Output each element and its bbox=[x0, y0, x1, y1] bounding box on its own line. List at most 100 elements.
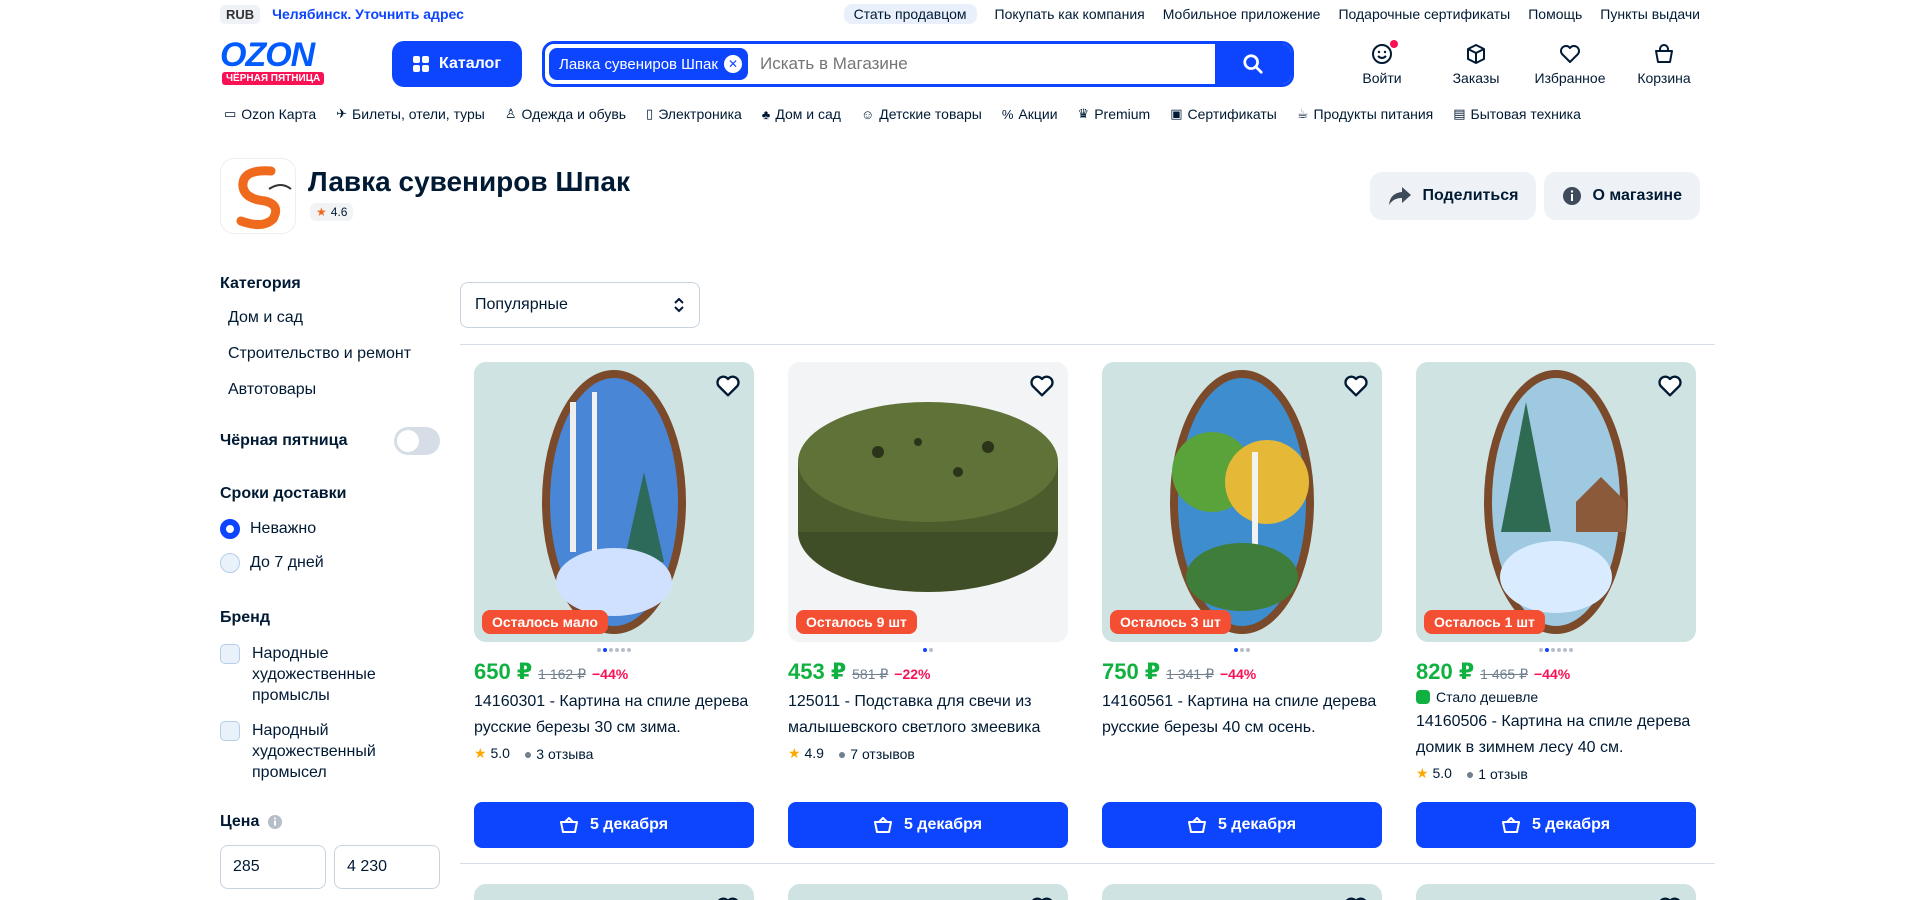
add-to-cart-button[interactable]: 5 декабря bbox=[474, 802, 754, 848]
product-card[interactable]: Осталось 9 шт 453 ₽ 581 ₽ −22% 125011 - … bbox=[788, 362, 1068, 848]
carousel-dot[interactable] bbox=[1563, 648, 1567, 652]
product-card[interactable] bbox=[1102, 884, 1382, 900]
carousel-dot[interactable] bbox=[923, 648, 927, 652]
delivery-option-any[interactable]: Неважно bbox=[220, 519, 440, 539]
nav-premium[interactable]: ♛ Premium bbox=[1078, 106, 1151, 122]
share-button[interactable]: Поделиться bbox=[1370, 172, 1537, 220]
nav-certificates[interactable]: ▣ Сертификаты bbox=[1170, 106, 1277, 122]
ozon-logo[interactable]: OZON ЧЁРНАЯ ПЯТНИЦА bbox=[220, 38, 350, 90]
nav-tickets[interactable]: ✈ Билеты, отели, туры bbox=[336, 106, 485, 122]
product-image[interactable] bbox=[1102, 884, 1382, 900]
carousel-dot[interactable] bbox=[929, 648, 933, 652]
product-title[interactable]: 125011 - Подставка для свечи из малышевс… bbox=[788, 689, 1068, 741]
business-link[interactable]: Покупать как компания bbox=[995, 6, 1145, 22]
price-min-input[interactable] bbox=[220, 845, 326, 889]
sort-select[interactable]: Популярные bbox=[460, 282, 700, 328]
delivery-option-7-days[interactable]: До 7 дней bbox=[220, 553, 440, 573]
heart-icon[interactable] bbox=[1028, 894, 1056, 900]
category-auto[interactable]: Автотовары bbox=[228, 381, 440, 399]
carousel-dot[interactable] bbox=[1557, 648, 1561, 652]
radio-checked[interactable] bbox=[220, 519, 240, 539]
carousel-dot[interactable] bbox=[597, 648, 601, 652]
carousel-dot[interactable] bbox=[1539, 648, 1543, 652]
carousel-dot[interactable] bbox=[603, 648, 607, 652]
product-title[interactable]: 14160301 - Картина на спиле дерева русск… bbox=[474, 689, 754, 741]
store-filter-chip[interactable]: Лавка сувениров Шпак ✕ bbox=[549, 48, 748, 80]
orders-button[interactable]: Заказы bbox=[1446, 42, 1506, 86]
product-title[interactable]: 14160506 - Картина на спиле дерева домик… bbox=[1416, 709, 1696, 761]
product-image[interactable] bbox=[474, 884, 754, 900]
heart-icon[interactable] bbox=[714, 372, 742, 400]
close-icon[interactable]: ✕ bbox=[723, 55, 742, 73]
black-friday-toggle[interactable] bbox=[394, 427, 440, 455]
search-input[interactable] bbox=[747, 54, 1215, 74]
carousel-dot[interactable] bbox=[615, 648, 619, 652]
product-reviews[interactable]: 7 отзывов bbox=[850, 746, 915, 762]
nav-promos[interactable]: % Акции bbox=[1002, 106, 1058, 122]
mobile-app-link[interactable]: Мобильное приложение bbox=[1163, 6, 1321, 22]
product-card[interactable]: Осталось 1 шт 820 ₽ 1 465 ₽ −44% Стало д… bbox=[1416, 362, 1696, 848]
nav-appliances[interactable]: ▤ Бытовая техника bbox=[1453, 106, 1581, 122]
product-image[interactable]: Осталось 3 шт bbox=[1102, 362, 1382, 642]
pickup-points-link[interactable]: Пункты выдачи bbox=[1600, 6, 1700, 22]
product-image[interactable] bbox=[788, 884, 1068, 900]
currency-badge[interactable]: RUB bbox=[220, 4, 261, 24]
nav-electronics[interactable]: ▯ Электроника bbox=[646, 106, 742, 122]
search-icon bbox=[1243, 54, 1263, 74]
heart-icon[interactable] bbox=[1028, 372, 1056, 400]
about-store-button[interactable]: О магазине bbox=[1544, 172, 1700, 220]
category-home-garden[interactable]: Дом и сад bbox=[228, 309, 440, 327]
help-link[interactable]: Помощь bbox=[1528, 6, 1582, 22]
add-to-cart-button[interactable]: 5 декабря bbox=[788, 802, 1068, 848]
carousel-dot[interactable] bbox=[621, 648, 625, 652]
product-image[interactable]: Осталось 9 шт bbox=[788, 362, 1068, 642]
category-construction[interactable]: Строительство и ремонт bbox=[228, 345, 440, 363]
carousel-dot[interactable] bbox=[1240, 648, 1244, 652]
brand-checkbox[interactable] bbox=[220, 644, 240, 664]
brand-option-1[interactable]: Народные художественные промыслы bbox=[220, 643, 440, 706]
login-button[interactable]: Войти bbox=[1352, 40, 1412, 86]
add-to-cart-button[interactable]: 5 декабря bbox=[1102, 802, 1382, 848]
price-max-input[interactable] bbox=[334, 845, 440, 889]
product-card[interactable]: Осталось 3 шт 750 ₽ 1 341 ₽ −44% 1416056… bbox=[1102, 362, 1382, 848]
info-icon[interactable] bbox=[267, 814, 283, 830]
gift-cards-link[interactable]: Подарочные сертификаты bbox=[1338, 6, 1510, 22]
product-image[interactable]: Осталось 1 шт bbox=[1416, 362, 1696, 642]
heart-icon[interactable] bbox=[1656, 372, 1684, 400]
product-card[interactable] bbox=[1416, 884, 1696, 900]
heart-icon[interactable] bbox=[1342, 372, 1370, 400]
product-card[interactable]: Осталось мало 650 ₽ 1 162 ₽ −44% 1416030… bbox=[474, 362, 754, 848]
product-title[interactable]: 14160561 - Картина на спиле дерева русск… bbox=[1102, 689, 1382, 741]
heart-icon[interactable] bbox=[1656, 894, 1684, 900]
product-image[interactable] bbox=[1416, 884, 1696, 900]
product-card[interactable] bbox=[474, 884, 754, 900]
product-image[interactable]: Осталось мало bbox=[474, 362, 754, 642]
brand-checkbox[interactable] bbox=[220, 721, 240, 741]
radio-unchecked[interactable] bbox=[220, 553, 240, 573]
brand-option-2[interactable]: Народный художественный промысел bbox=[220, 720, 440, 783]
product-reviews[interactable]: 1 отзыв bbox=[1478, 766, 1528, 782]
search-button[interactable] bbox=[1215, 44, 1291, 84]
add-to-cart-button[interactable]: 5 декабря bbox=[1416, 802, 1696, 848]
catalog-button[interactable]: Каталог bbox=[392, 41, 522, 87]
heart-icon[interactable] bbox=[714, 894, 742, 900]
carousel-dot[interactable] bbox=[609, 648, 613, 652]
carousel-dot[interactable] bbox=[1246, 648, 1250, 652]
carousel-dot[interactable] bbox=[1234, 648, 1238, 652]
nav-kids[interactable]: ☺ Детские товары bbox=[861, 106, 982, 122]
city-link[interactable]: Челябинск. Уточнить адрес bbox=[272, 6, 464, 22]
favorites-button[interactable]: Избранное bbox=[1535, 42, 1605, 86]
cart-button[interactable]: Корзина bbox=[1634, 42, 1694, 86]
carousel-dot[interactable] bbox=[1569, 648, 1573, 652]
nav-food[interactable]: ☕ Продукты питания bbox=[1297, 106, 1433, 122]
product-reviews[interactable]: 3 отзыва bbox=[536, 746, 593, 762]
heart-icon[interactable] bbox=[1342, 894, 1370, 900]
product-card[interactable] bbox=[788, 884, 1068, 900]
carousel-dot[interactable] bbox=[1551, 648, 1555, 652]
nav-clothes[interactable]: ♙ Одежда и обувь bbox=[505, 106, 626, 122]
become-seller-link[interactable]: Стать продавцом bbox=[843, 4, 977, 24]
carousel-dot[interactable] bbox=[627, 648, 631, 652]
nav-home-garden[interactable]: ♣ Дом и сад bbox=[762, 106, 841, 122]
nav-ozon-card[interactable]: ▭ Ozon Карта bbox=[224, 106, 316, 122]
carousel-dot[interactable] bbox=[1545, 648, 1549, 652]
